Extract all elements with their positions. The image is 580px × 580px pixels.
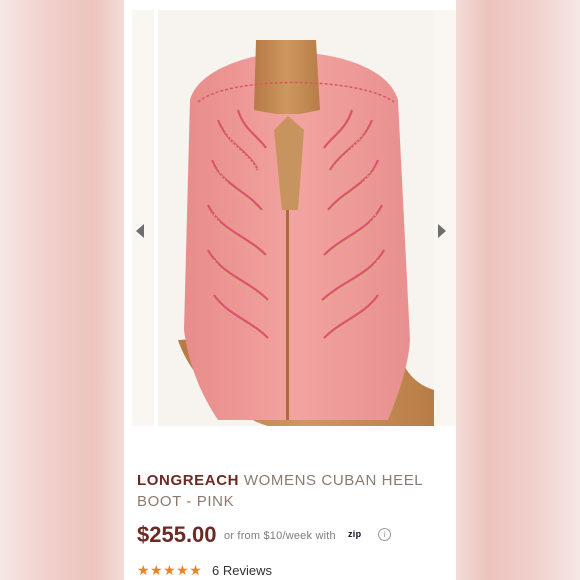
next-image-peek [434,10,456,426]
zip-logo[interactable]: zip [348,529,361,539]
chevron-right-icon[interactable] [438,224,446,238]
installment-text: or from $10/week with [224,530,336,542]
star-rating-icon: ★★★★★ [137,562,203,578]
product-image-gallery [124,0,456,426]
blurred-background-right [456,0,580,580]
reviews-link[interactable]: 6 Reviews [212,563,272,578]
product-title: LONGREACH WOMENS CUBAN HEEL BOOT - PINK [137,470,437,512]
product-card: LONGREACH WOMENS CUBAN HEEL BOOT - PINK … [124,0,456,580]
info-icon[interactable]: i [378,528,391,541]
previous-image-peek [132,10,154,426]
chevron-left-icon[interactable] [136,224,144,238]
product-brand: LONGREACH [137,472,240,489]
price-row: $255.00 or from $10/week with zip i [137,522,447,550]
boot-image [178,40,434,426]
product-photo[interactable] [158,10,434,426]
product-price: $255.00 [137,522,217,547]
blurred-background-left [0,0,124,580]
rating-row[interactable]: ★★★★★ 6 Reviews [137,562,447,580]
